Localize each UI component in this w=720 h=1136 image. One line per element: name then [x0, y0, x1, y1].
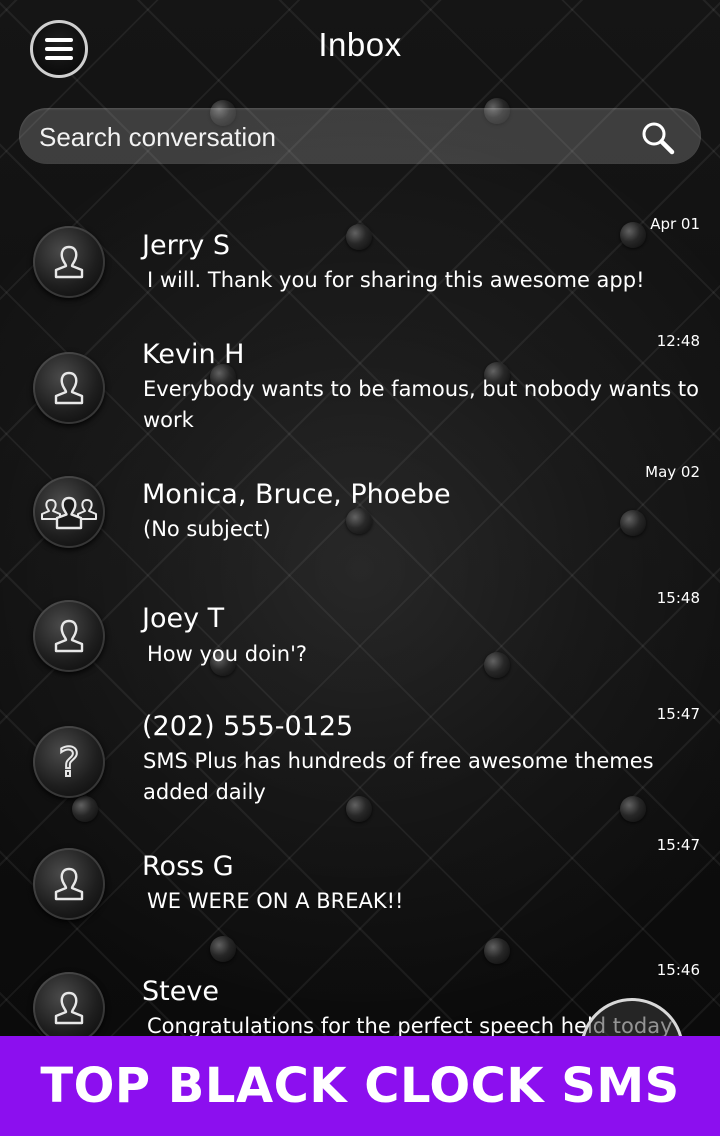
top-bar: Inbox	[0, 0, 720, 100]
search-icon[interactable]	[641, 121, 675, 155]
message-preview: Everybody wants to be famous, but nobody…	[143, 377, 699, 432]
contact-name: Monica, Bruce, Phoebe	[142, 479, 451, 510]
message-timestamp: May 02	[645, 463, 700, 481]
avatar[interactable]	[33, 848, 105, 920]
avatar[interactable]	[33, 226, 105, 298]
question-mark-icon: ?	[57, 740, 80, 784]
single-person-icon	[54, 991, 84, 1025]
message-preview: How you doin'?	[147, 642, 307, 666]
single-person-icon	[54, 867, 84, 901]
decorative-stud	[346, 224, 372, 250]
group-people-icon	[41, 496, 97, 530]
message-timestamp: 15:47	[656, 705, 700, 723]
decorative-stud	[72, 796, 98, 822]
avatar[interactable]	[33, 600, 105, 672]
decorative-stud	[484, 938, 510, 964]
message-timestamp: 15:47	[656, 836, 700, 854]
avatar[interactable]: ?	[33, 726, 105, 798]
contact-name: (202) 555-0125	[142, 711, 354, 742]
single-person-icon	[54, 619, 84, 653]
message-preview: WE WERE ON A BREAK!!	[147, 889, 404, 913]
promo-banner: TOP BLACK CLOCK SMS	[0, 1036, 720, 1136]
message-preview: SMS Plus has hundreds of free awesome th…	[143, 749, 654, 804]
contact-name: Jerry S	[142, 230, 231, 261]
banner-text: TOP BLACK CLOCK SMS	[40, 1058, 680, 1114]
message-timestamp: Apr 01	[650, 215, 700, 233]
search-input[interactable]	[37, 108, 621, 166]
single-person-icon	[54, 371, 84, 405]
svg-text:?: ?	[58, 740, 79, 784]
decorative-stud	[620, 222, 646, 248]
page-title: Inbox	[318, 26, 402, 63]
single-person-icon	[54, 245, 84, 279]
message-timestamp: 12:48	[656, 332, 700, 350]
avatar[interactable]	[33, 476, 105, 548]
contact-name: Joey T	[142, 603, 225, 634]
message-preview: (No subject)	[143, 517, 271, 541]
avatar[interactable]	[33, 352, 105, 424]
contact-name: Ross G	[142, 851, 234, 882]
decorative-stud	[210, 936, 236, 962]
message-timestamp: 15:48	[656, 589, 700, 607]
contact-name: Steve	[142, 976, 219, 1007]
contact-name: Kevin H	[142, 339, 245, 370]
avatar[interactable]	[33, 972, 105, 1044]
search-bar	[19, 108, 701, 166]
message-preview: I will. Thank you for sharing this aweso…	[147, 268, 645, 292]
message-timestamp: 15:46	[656, 961, 700, 979]
